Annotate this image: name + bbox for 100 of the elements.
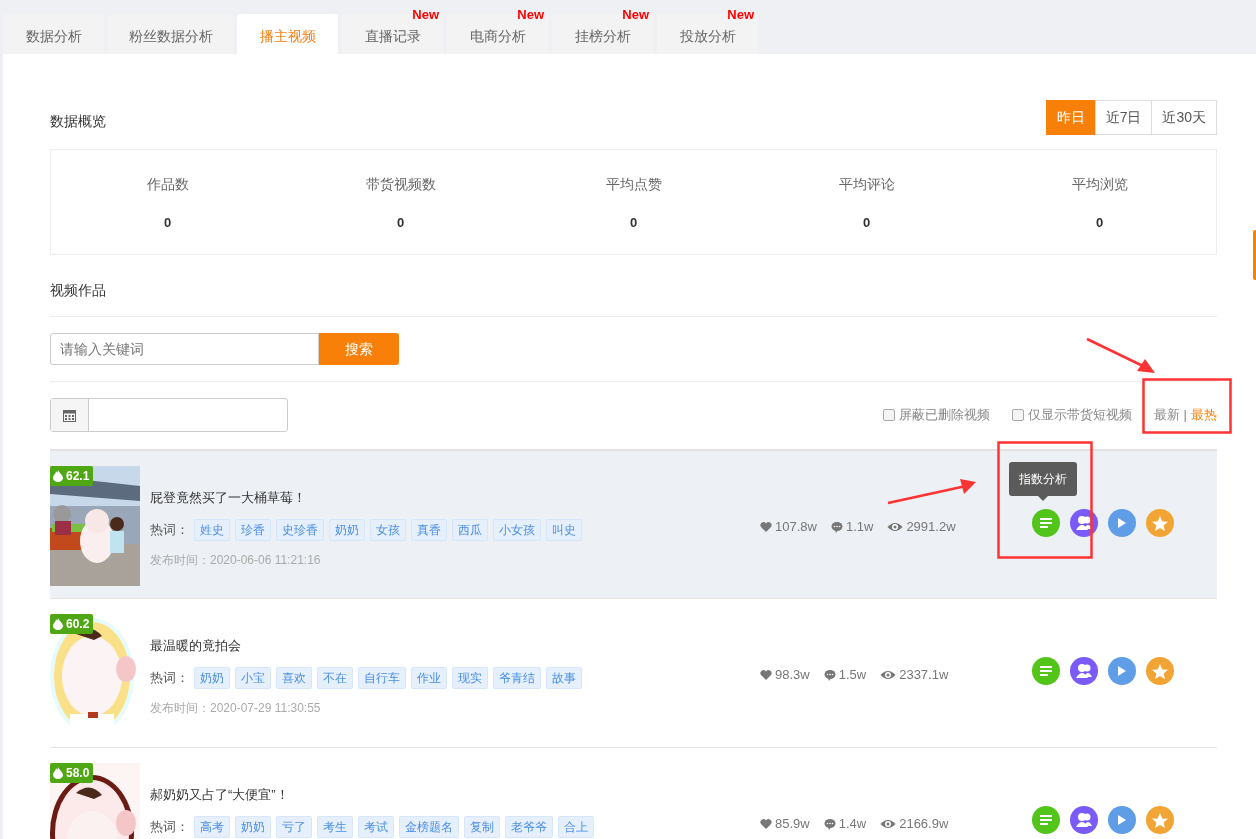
tooltip: 指数分析 — [1009, 462, 1077, 496]
action-button[interactable] — [1108, 806, 1136, 834]
keyword-tag[interactable]: 小女孩 — [493, 518, 541, 541]
keyword-tag[interactable]: 复制 — [464, 815, 500, 838]
comment-icon — [823, 817, 836, 830]
comment-icon — [823, 668, 836, 681]
eye-icon — [880, 668, 897, 681]
flame-icon — [53, 618, 63, 630]
keyword-tag[interactable]: 考试 — [358, 815, 394, 838]
keyword-tag[interactable]: 高考 — [194, 815, 230, 838]
keyword-tag[interactable]: 作业 — [411, 666, 447, 689]
video-title[interactable]: 郝奶奶又占了“大便宜”！ — [150, 785, 760, 805]
view-count: 2166.9w — [899, 815, 949, 833]
action-button[interactable] — [1032, 509, 1060, 537]
keyword-tag[interactable]: 奶奶 — [235, 815, 271, 838]
keyword-tag[interactable]: 金榜题名 — [399, 815, 459, 838]
sort-link[interactable]: 最新 — [1153, 405, 1180, 425]
keyword-tag[interactable]: 爷青结 — [493, 666, 541, 689]
view-count: 2991.2w — [906, 518, 956, 536]
section-title: 视频作品 — [50, 282, 106, 298]
stat-label: 平均点赞 — [604, 175, 663, 194]
keyword-tag[interactable]: 老爷爷 — [505, 815, 553, 838]
action-button[interactable] — [1146, 806, 1174, 834]
action-button[interactable] — [1032, 657, 1060, 685]
keyword-tag[interactable]: 考生 — [317, 815, 353, 838]
list-icon — [1040, 815, 1052, 825]
tab[interactable]: 播主视频 — [237, 14, 338, 54]
keyword-tag[interactable]: 珍香 — [235, 518, 271, 541]
side-tab[interactable] — [1253, 230, 1256, 280]
publish-time: 发布时间：2020-07-29 11:30:55 — [150, 699, 321, 717]
keyword-tag[interactable]: 史珍香 — [276, 518, 324, 541]
separator: | — [1183, 406, 1187, 425]
keywords-label: 热词： — [150, 817, 189, 836]
star-icon — [1152, 515, 1168, 531]
score-badge: 58.0 — [50, 763, 94, 783]
keyword-tag[interactable]: 自行车 — [358, 666, 406, 689]
stat-label: 带货视频数 — [364, 175, 437, 194]
flame-icon — [53, 470, 63, 482]
action-button[interactable] — [1070, 657, 1098, 685]
keyword-tag[interactable]: 西瓜 — [452, 518, 488, 541]
play-icon — [1118, 815, 1126, 825]
action-button[interactable] — [1108, 657, 1136, 685]
play-icon — [1118, 666, 1126, 676]
stat-value: 0 — [163, 214, 172, 232]
score-badge: 62.1 — [50, 466, 94, 486]
eye-icon — [880, 817, 897, 830]
like-count: 107.8w — [775, 518, 817, 536]
tab[interactable]: 数据分析 — [3, 14, 104, 54]
keyword-tag[interactable]: 故事 — [546, 666, 582, 689]
stat-value: 0 — [396, 214, 405, 232]
view-count: 2337.1w — [899, 666, 949, 684]
range-button[interactable]: 昨日 — [1045, 100, 1096, 135]
stat-label: 平均浏览 — [1070, 175, 1129, 194]
range-button[interactable]: 近30天 — [1151, 100, 1217, 135]
tab[interactable]: 粉丝数据分析 — [108, 14, 233, 54]
list-icon — [1040, 666, 1052, 676]
users-icon — [1076, 664, 1092, 678]
keywords-label: 热词： — [150, 520, 189, 539]
comment-count: 1.4w — [838, 815, 867, 833]
keywords-label: 热词： — [150, 668, 189, 687]
annotation-arrow — [1085, 337, 1157, 375]
search-field[interactable]: 请输入关键词 — [50, 333, 319, 365]
list-icon — [1040, 518, 1052, 528]
action-button[interactable] — [1146, 657, 1174, 685]
keyword-tag[interactable]: 奶奶 — [194, 666, 230, 689]
comment-count: 1.1w — [845, 518, 874, 536]
keyword-tag[interactable]: 不在 — [317, 666, 353, 689]
keyword-tag[interactable]: 叫史 — [546, 518, 582, 541]
keyword-tag[interactable]: 合上 — [558, 815, 594, 838]
keyword-tag[interactable]: 真香 — [411, 518, 447, 541]
heart-icon — [760, 668, 772, 681]
stat-label: 作品数 — [145, 175, 190, 194]
keyword-tag[interactable]: 奶奶 — [329, 518, 365, 541]
heart-icon — [760, 817, 772, 830]
date-field[interactable] — [50, 398, 288, 432]
range-button[interactable]: 近7日 — [1094, 100, 1153, 135]
eye-icon — [887, 520, 904, 533]
star-icon — [1152, 663, 1168, 679]
like-count: 85.9w — [775, 815, 810, 833]
comment-count: 1.5w — [838, 666, 867, 684]
heart-icon — [760, 520, 772, 533]
keyword-tag[interactable]: 女孩 — [370, 518, 406, 541]
keyword-tag[interactable]: 小宝 — [235, 666, 271, 689]
keyword-tag[interactable]: 亏了 — [276, 815, 312, 838]
action-button[interactable] — [1032, 806, 1060, 834]
keyword-tag[interactable]: 喜欢 — [276, 666, 312, 689]
filter-checkbox[interactable]: 屏蔽已删除视频 — [882, 405, 990, 425]
sort-link[interactable]: 最热 — [1191, 405, 1217, 425]
flame-icon — [53, 767, 63, 779]
filter-checkbox[interactable]: 仅显示带货短视频 — [1011, 405, 1132, 425]
action-button[interactable] — [1070, 806, 1098, 834]
action-button[interactable] — [1146, 509, 1174, 537]
users-icon — [1076, 516, 1092, 530]
action-button[interactable] — [1108, 509, 1136, 537]
video-title[interactable]: 最温暖的竟拍会 — [150, 636, 760, 656]
keyword-tag[interactable]: 现实 — [452, 666, 488, 689]
search-button[interactable]: 搜索 — [319, 333, 399, 365]
video-title[interactable]: 屁登竟然买了一大桶草莓！ — [150, 488, 760, 508]
tooltip-arrow — [1038, 496, 1048, 501]
keyword-tag[interactable]: 姓史 — [194, 518, 230, 541]
